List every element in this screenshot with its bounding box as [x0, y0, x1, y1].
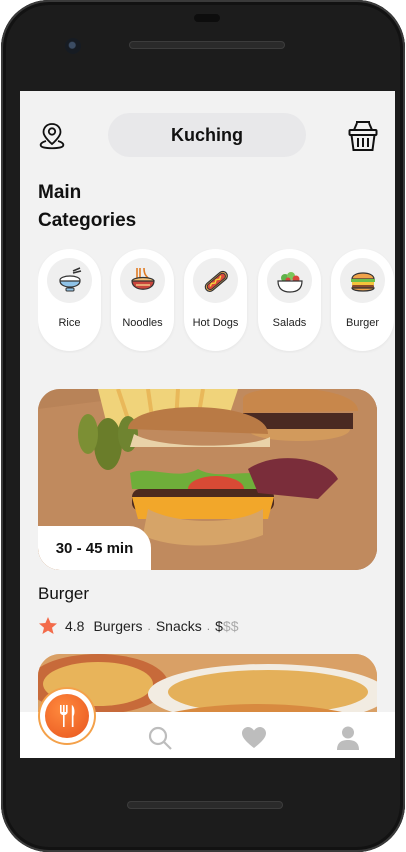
food-meta-row: 4.8 Burgers . Snacks . $ $$: [38, 616, 238, 636]
header: Kuching: [20, 91, 395, 171]
price-level-inactive: $$: [222, 618, 239, 634]
city-selector[interactable]: Kuching: [108, 113, 306, 157]
heart-icon: [242, 727, 266, 748]
tag-burgers: Burgers: [93, 618, 143, 634]
category-label: Noodles: [122, 317, 163, 329]
category-label: Burger: [345, 317, 380, 329]
section-title-line1: Main: [38, 182, 82, 203]
hot-dog-icon: [193, 258, 238, 303]
delivery-time-badge: 30 - 45 min: [38, 526, 151, 570]
price-level-active: $: [215, 618, 223, 634]
category-salads[interactable]: Salads: [258, 249, 321, 351]
food-name: Burger: [38, 584, 90, 603]
nav-home[interactable]: [40, 689, 94, 743]
earpiece-sensor: [194, 14, 220, 22]
category-noodles[interactable]: Noodles: [111, 249, 174, 351]
burger-icon: [340, 258, 385, 303]
front-camera: [65, 38, 81, 54]
top-speaker: [129, 41, 285, 49]
category-rice[interactable]: Rice: [38, 249, 101, 351]
rating-value: 4.8: [65, 618, 85, 634]
phone-frame: Kuching Main Categories Rice Noodles Hot…: [1, 0, 405, 852]
category-hot-dogs[interactable]: Hot Dogs: [184, 249, 247, 351]
category-label: Hot Dogs: [192, 317, 239, 329]
app-screen: Kuching Main Categories Rice Noodles Hot…: [20, 91, 395, 758]
noodles-icon: [120, 258, 165, 303]
tag-snacks: Snacks: [155, 618, 202, 634]
basket-icon[interactable]: [347, 119, 379, 153]
bottom-speaker: [127, 801, 283, 809]
category-label: Rice: [58, 317, 81, 329]
nav-favorites[interactable]: [241, 725, 267, 751]
section-title: Main Categories: [38, 179, 178, 235]
fork-knife-icon: [45, 694, 89, 738]
separator-dot: .: [206, 619, 211, 633]
city-name: Kuching: [171, 124, 243, 145]
category-label: Salads: [272, 317, 307, 329]
rice-bowl-icon: [47, 258, 92, 303]
location-pin-icon[interactable]: [38, 121, 66, 151]
separator-dot: .: [147, 619, 151, 633]
category-list: Rice Noodles Hot Dogs Salads Burger: [38, 249, 395, 353]
salad-icon: [267, 258, 312, 303]
star-icon: [39, 617, 57, 634]
featured-food-card[interactable]: 30 - 45 min: [38, 389, 377, 570]
category-burger[interactable]: Burger: [331, 249, 394, 351]
section-title-line2: Categories: [38, 210, 137, 231]
nav-search[interactable]: [147, 725, 173, 751]
user-icon: [337, 726, 359, 750]
nav-profile[interactable]: [335, 725, 361, 751]
search-icon: [148, 726, 172, 750]
